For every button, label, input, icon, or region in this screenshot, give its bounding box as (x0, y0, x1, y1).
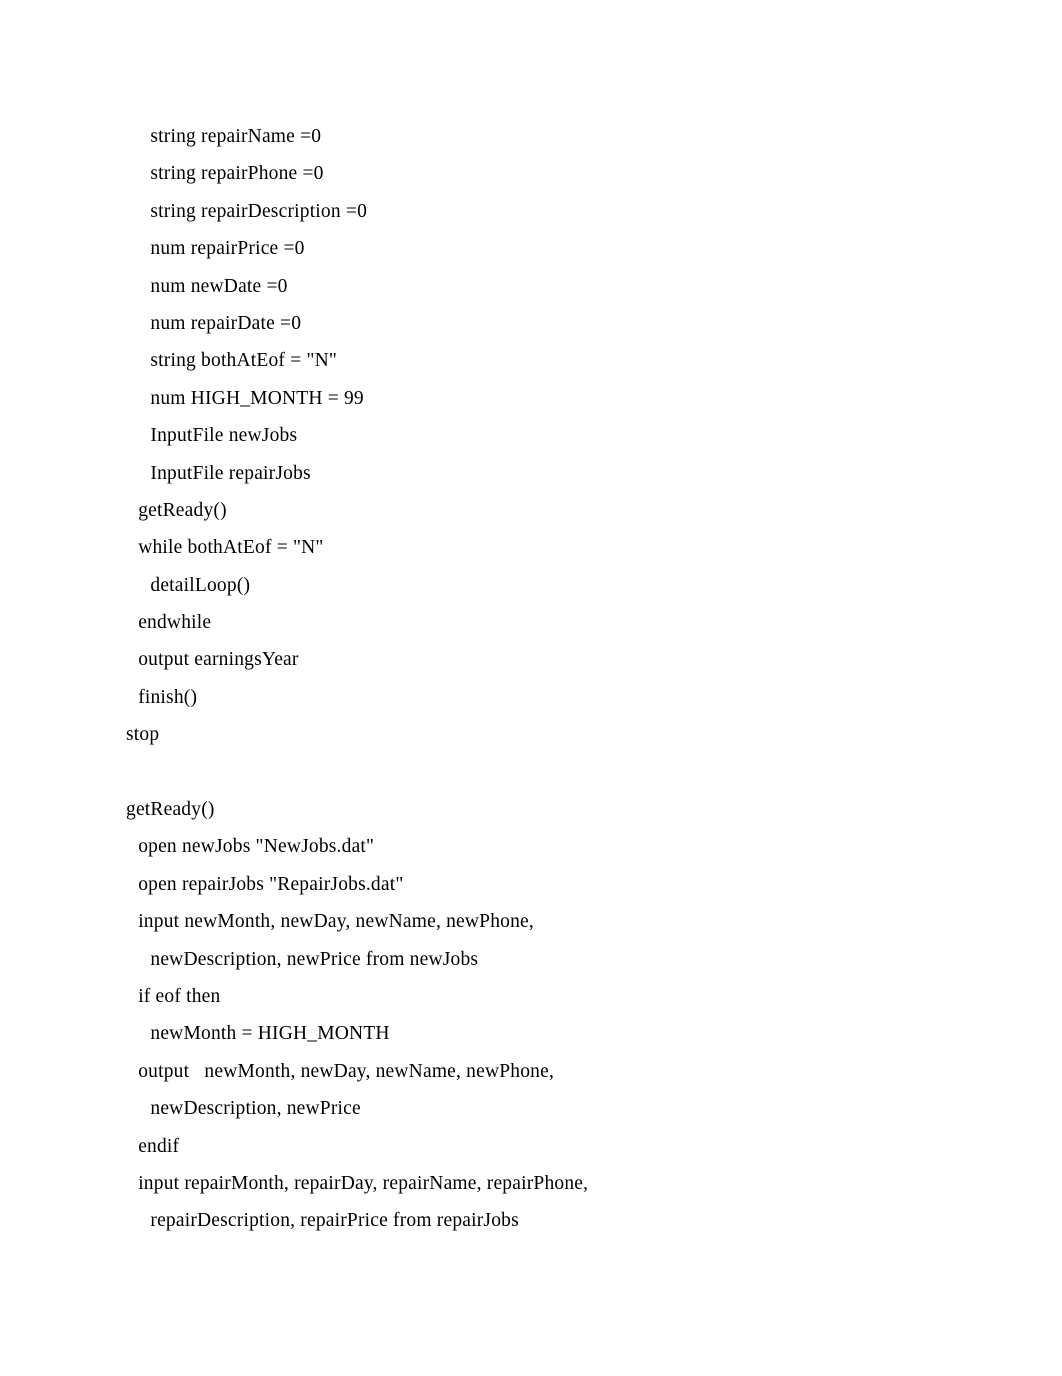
code-line: string repairPhone =0 (150, 163, 324, 185)
code-line: string repairName =0 (150, 126, 322, 147)
code-line: finish() (138, 686, 198, 708)
document-page: string repairName =0 string repairPhone =… (0, 0, 1062, 1376)
code-line: open newJobs "NewJobs.dat" (138, 836, 375, 858)
code-line: num newDate =0 (150, 275, 288, 297)
code-line: endif (138, 1135, 180, 1157)
code-line: InputFile newJobs (150, 425, 298, 447)
code-line: endwhile (138, 612, 212, 634)
code-line: string repairDescription =0 (150, 200, 368, 222)
code-line: input newMonth, newDay, newName, newPhon… (138, 911, 534, 933)
code-line: while bothAtEof = "N" (138, 537, 324, 559)
code-line: repairDescription, repairPrice from repa… (150, 1210, 519, 1232)
code-line: input repairMonth, repairDay, repairName… (138, 1172, 589, 1194)
code-line: if eof then (138, 985, 221, 1007)
code-line: getReady() (138, 499, 227, 521)
code-line: output earningsYear (138, 649, 299, 671)
code-line: num HIGH_MONTH = 99 (150, 387, 364, 409)
code-line: InputFile repairJobs (150, 462, 311, 484)
code-line: num repairPrice =0 (150, 238, 305, 260)
code-line: num repairDate =0 (150, 312, 302, 334)
code-line: output newMonth, newDay, newName, newPho… (138, 1060, 555, 1082)
code-line: newDescription, newPrice (150, 1098, 361, 1120)
code-line: open repairJobs "RepairJobs.dat" (138, 873, 404, 895)
code-line: detailLoop() (150, 574, 251, 596)
code-line: getReady() (126, 799, 215, 821)
code-line: stop (126, 724, 160, 746)
code-line: string bothAtEof = "N" (150, 350, 338, 372)
code-line: newMonth = HIGH_MONTH (150, 1023, 390, 1045)
pseudocode-listing: string repairName =0 string repairPhone =… (126, 118, 966, 1240)
code-line: newDescription, newPrice from newJobs (150, 948, 479, 970)
